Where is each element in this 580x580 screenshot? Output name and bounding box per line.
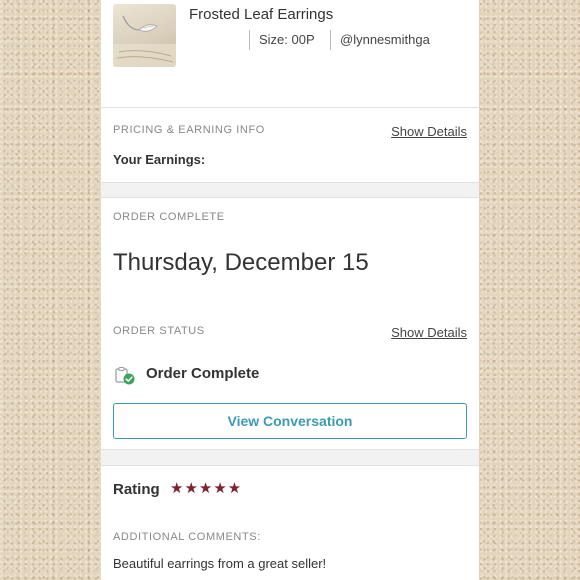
- order-complete-date: Thursday, December 15: [113, 249, 369, 276]
- order-status-heading: ORDER STATUS: [113, 325, 205, 337]
- pricing-heading: PRICING & EARNING INFO: [113, 124, 265, 136]
- seller-username[interactable]: @lynnesmithga: [330, 30, 430, 50]
- item-and-pricing-section: Frosted Leaf Earrings Size: 00P @lynnesm…: [101, 0, 479, 183]
- additional-comments-heading: ADDITIONAL COMMENTS:: [113, 531, 261, 543]
- rating-label: Rating: [113, 481, 160, 498]
- additional-comments-text: Beautiful earrings from a great seller!: [113, 556, 327, 571]
- pricing-show-details-link[interactable]: Show Details: [391, 124, 467, 139]
- item-size: Size: 00P: [249, 30, 315, 50]
- order-status-section: ORDER COMPLETE Thursday, December 15 ORD…: [101, 197, 479, 450]
- order-complete-check-icon: [115, 366, 137, 386]
- earring-photo-icon: [113, 15, 176, 67]
- rating-section: Rating ★★★★★ ADDITIONAL COMMENTS: Beauti…: [101, 465, 479, 580]
- divider: [101, 107, 479, 108]
- order-status-text: Order Complete: [146, 365, 260, 382]
- order-complete-heading: ORDER COMPLETE: [113, 211, 225, 223]
- item-title[interactable]: Frosted Leaf Earrings: [189, 6, 333, 23]
- order-details-panel: Frosted Leaf Earrings Size: 00P @lynnesm…: [101, 0, 479, 580]
- rating-stars: ★★★★★: [170, 480, 243, 497]
- item-thumbnail[interactable]: [113, 4, 176, 67]
- view-conversation-button[interactable]: View Conversation: [113, 403, 467, 439]
- status-show-details-link[interactable]: Show Details: [391, 325, 467, 340]
- your-earnings-label: Your Earnings:: [113, 152, 206, 167]
